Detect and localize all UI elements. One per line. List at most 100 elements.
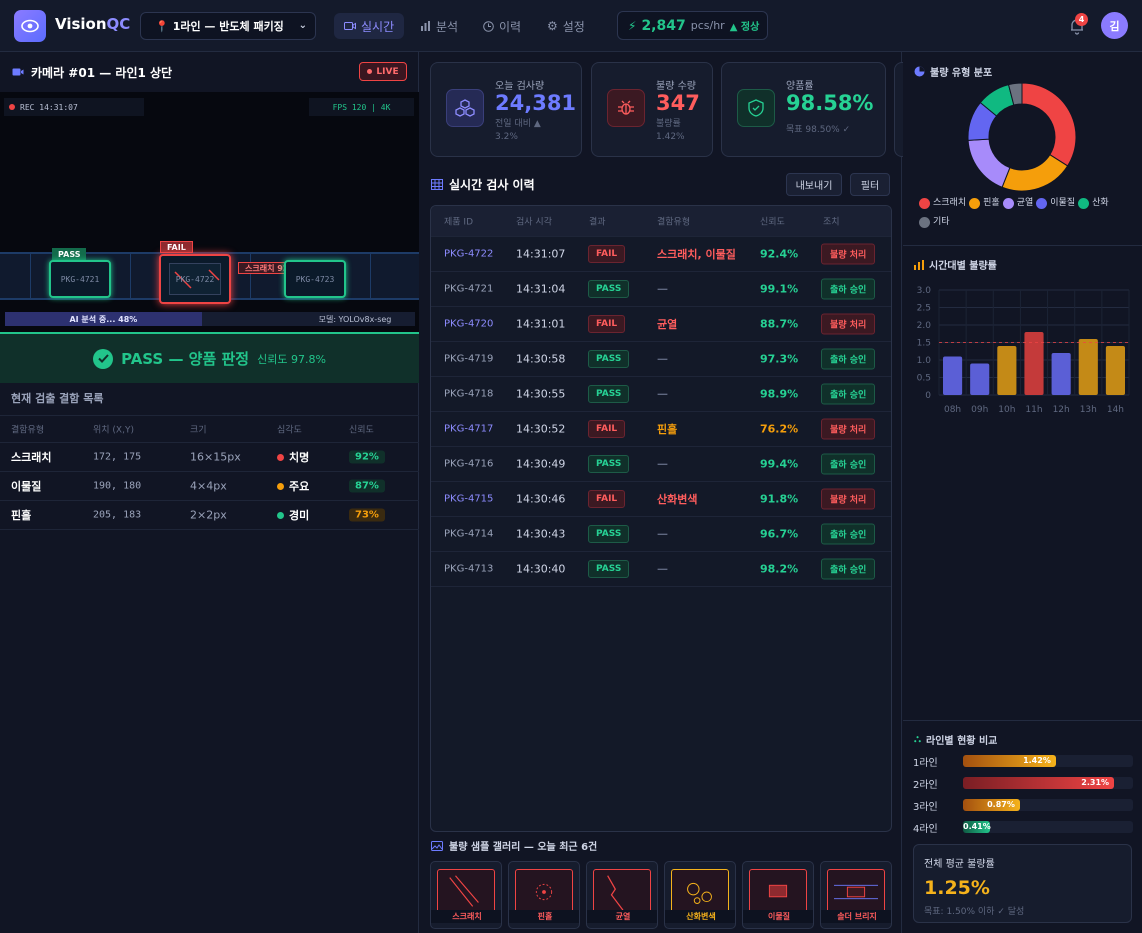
reject-button[interactable]: 불량 처리 — [821, 243, 876, 265]
history-row[interactable]: PKG-4722 14:31:07 FAIL 스크래치, 이물질 92.4% 불… — [431, 237, 891, 272]
fail-tag: FAIL — [160, 241, 193, 253]
detection-row[interactable]: 핀홀 205, 183 2×2px 경미 73% — [0, 501, 419, 530]
y-tick-label: 0.5 — [917, 374, 931, 384]
camera-panel: 카메라 #01 — 라인1 상단 LIVE REC 14:31:07 FPS 1… — [0, 52, 419, 933]
history-row[interactable]: PKG-4720 14:31:01 FAIL 균열 88.7% 불량 처리 — [431, 307, 891, 342]
detection-row[interactable]: 이물질 190, 180 4×4px 주요 87% — [0, 472, 419, 501]
bar-13h[interactable] — [1078, 339, 1098, 395]
history-product-id[interactable]: PKG-4713 — [444, 564, 493, 575]
line-bar-fill: 0.87% — [963, 799, 1020, 811]
pie-title: 불량 유형 분포 — [930, 68, 993, 79]
approve-button[interactable]: 출하 승인 — [821, 278, 876, 300]
history-row[interactable]: PKG-4719 14:30:58 PASS — 97.3% 출하 승인 — [431, 342, 891, 377]
history-product-id[interactable]: PKG-4714 — [444, 529, 493, 540]
col-size: 크기 — [190, 425, 207, 436]
pie-slice-1[interactable] — [1001, 153, 1069, 192]
line-select[interactable]: 📍 1라인 — 반도체 패키징 ⌄ — [140, 12, 316, 40]
filter-button[interactable]: 필터 — [850, 173, 890, 196]
throughput-status: ▲ 정상 — [729, 22, 760, 33]
gallery-label: 솔더 브리지 — [821, 910, 891, 923]
history-row[interactable]: PKG-4714 14:30:43 PASS — 96.7% 출하 승인 — [431, 517, 891, 552]
package-4721[interactable]: PKG-4721 — [49, 260, 111, 298]
gallery-card[interactable]: 산화변색 — [664, 861, 736, 929]
col-position: 위치 (X,Y) — [93, 425, 134, 436]
detection-row[interactable]: 스크래치 172, 175 16×15px 치명 92% — [0, 443, 419, 472]
history-result-badge: PASS — [588, 525, 630, 543]
history-time: 14:31:01 — [516, 317, 566, 331]
detection-size: 4×4px — [190, 479, 227, 493]
gallery-card[interactable]: 핀홀 — [508, 861, 580, 929]
gallery-card[interactable]: 이물질 — [742, 861, 814, 929]
export-button[interactable]: 내보내기 — [786, 173, 842, 196]
stat-yield-sub: 목표 98.50% ✓ — [786, 125, 851, 135]
tab-settings[interactable]: ⚙ 설정 — [537, 13, 595, 39]
col-confidence: 신뢰도 — [760, 217, 785, 228]
bar-10h[interactable] — [997, 346, 1017, 395]
reject-button[interactable]: 불량 처리 — [821, 488, 876, 510]
stat-yield-value: 98.58% — [786, 91, 874, 115]
history-product-id[interactable]: PKG-4718 — [444, 389, 493, 400]
live-label: LIVE — [376, 66, 399, 77]
history-confidence: 76.2% — [760, 422, 799, 436]
logo-icon — [14, 10, 46, 42]
approve-button[interactable]: 출하 승인 — [821, 523, 876, 545]
gallery-card[interactable]: 균열 — [586, 861, 658, 929]
bar-12h[interactable] — [1051, 353, 1071, 395]
detection-confidence: 87% — [349, 479, 385, 493]
tab-realtime-label: 실시간 — [361, 19, 395, 34]
package-4723[interactable]: PKG-4723 — [284, 260, 346, 298]
bar-09h[interactable] — [970, 363, 990, 396]
col-severity: 심각도 — [277, 425, 302, 436]
legend-item: 이물질 — [1036, 196, 1075, 211]
verdict-text: PASS — 양품 판정 — [121, 350, 250, 368]
bar-header: 시간대별 불량률 — [914, 257, 997, 272]
history-product-id[interactable]: PKG-4719 — [444, 354, 493, 365]
approve-button[interactable]: 출하 승인 — [821, 453, 876, 475]
line-bar-track: 2.31% — [963, 777, 1133, 789]
brand-name-b: QC — [106, 15, 131, 33]
network-icon: ⛬ — [914, 734, 921, 745]
history-row[interactable]: PKG-4716 14:30:49 PASS — 99.4% 출하 승인 — [431, 447, 891, 482]
history-product-id[interactable]: PKG-4721 — [444, 284, 493, 295]
bar-08h[interactable] — [943, 356, 963, 396]
history-defect: — — [657, 282, 668, 296]
history-confidence: 99.4% — [760, 457, 799, 471]
bar-14h[interactable] — [1105, 346, 1125, 395]
tab-history[interactable]: 이력 — [473, 13, 531, 39]
history-row[interactable]: PKG-4715 14:30:46 FAIL 산화변색 91.8% 불량 처리 — [431, 482, 891, 517]
package-4722[interactable]: PKG-4722 — [159, 254, 231, 304]
history-product-id[interactable]: PKG-4720 — [444, 319, 493, 330]
history-time: 14:30:43 — [516, 527, 566, 541]
reject-button[interactable]: 불량 처리 — [821, 418, 876, 440]
approve-button[interactable]: 출하 승인 — [821, 383, 876, 405]
tab-analysis[interactable]: 분석 — [410, 13, 468, 39]
table-icon — [431, 179, 443, 190]
history-row[interactable]: PKG-4717 14:30:52 FAIL 핀홀 76.2% 불량 처리 — [431, 412, 891, 447]
tab-realtime[interactable]: 실시간 — [334, 13, 405, 39]
history-row[interactable]: PKG-4721 14:31:04 PASS — 99.1% 출하 승인 — [431, 272, 891, 307]
belt-roller — [130, 254, 131, 298]
camera-feed[interactable]: REC 14:31:07 FPS 120 | 4K PASS PKG-4721 … — [0, 92, 419, 332]
chevron-down-icon: ⌄ — [298, 20, 307, 31]
history-row[interactable]: PKG-4713 14:30:40 PASS — 98.2% 출하 승인 — [431, 552, 891, 587]
belt-roller — [250, 254, 251, 298]
approve-button[interactable]: 출하 승인 — [821, 558, 876, 580]
history-row[interactable]: PKG-4718 14:30:55 PASS — 98.9% 출하 승인 — [431, 377, 891, 412]
history-product-id[interactable]: PKG-4717 — [444, 424, 493, 435]
pie-slice-2[interactable] — [967, 138, 1011, 188]
history-product-id[interactable]: PKG-4722 — [444, 249, 493, 260]
avatar[interactable]: 김 — [1101, 12, 1128, 39]
history-confidence: 98.9% — [760, 387, 799, 401]
bar-11h[interactable] — [1024, 332, 1044, 395]
live-badge: LIVE — [359, 62, 407, 81]
pie-slice-0[interactable] — [1021, 82, 1077, 167]
history-defect: 핀홀 — [657, 423, 678, 436]
history-product-id[interactable]: PKG-4715 — [444, 494, 493, 505]
y-tick-label: 2.0 — [917, 321, 932, 331]
history-header: 실시간 검사 이력 — [431, 176, 535, 193]
gallery-card[interactable]: 솔더 브리지 — [820, 861, 892, 929]
reject-button[interactable]: 불량 처리 — [821, 313, 876, 335]
approve-button[interactable]: 출하 승인 — [821, 348, 876, 370]
gallery-card[interactable]: 스크래치 — [430, 861, 502, 929]
history-product-id[interactable]: PKG-4716 — [444, 459, 493, 470]
